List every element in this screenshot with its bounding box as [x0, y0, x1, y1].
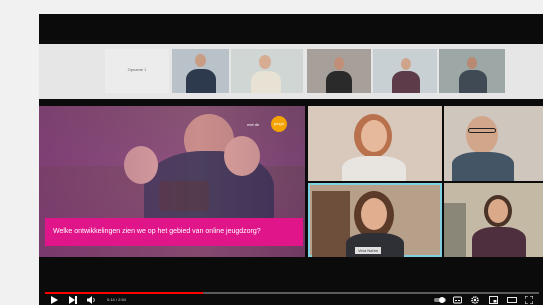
speaker-name-tag: Vera Nahm: [355, 247, 382, 254]
participant-video-woman: [308, 106, 442, 181]
participant-label-text: Opname 1: [127, 67, 147, 72]
fullscreen-icon[interactable]: [524, 295, 534, 305]
participant-tile: [231, 49, 303, 93]
slide-logo: jeugd: [271, 116, 287, 132]
participant-tile: [439, 49, 505, 93]
next-icon[interactable]: [69, 296, 77, 304]
progress-bar[interactable]: [45, 292, 539, 294]
participant-tile: [172, 49, 229, 93]
volume-icon[interactable]: [87, 296, 96, 304]
miniplayer-icon[interactable]: [489, 296, 498, 304]
participant-video-man: [444, 106, 543, 181]
time-display: 0:14 / 2:54: [107, 297, 126, 302]
gear-icon[interactable]: [471, 296, 479, 304]
play-icon[interactable]: [51, 296, 58, 304]
participant-tile: [307, 49, 371, 93]
theater-icon[interactable]: [507, 296, 517, 304]
slide-question-banner: Welke ontwikkelingen zien we op het gebi…: [45, 218, 303, 246]
participant-video-woman-2: [444, 183, 543, 257]
progress-fill: [45, 292, 204, 294]
glasses: [468, 128, 496, 133]
active-speaker-tile: Vera Nahm: [308, 183, 442, 257]
autoplay-toggle-icon[interactable]: [434, 296, 446, 304]
participant-tile: [373, 49, 437, 93]
participant-tile-label: Opname 1: [105, 49, 169, 93]
video-player[interactable]: Opname 1 met de jeugd Welke ontwikkeling…: [39, 14, 543, 305]
slide-logo-text: met de: [247, 122, 260, 127]
shared-slide: met de jeugd Welke ontwikkelingen zien w…: [39, 106, 305, 257]
player-controls: 0:14 / 2:54: [39, 295, 543, 305]
subtitles-icon[interactable]: [453, 296, 462, 304]
